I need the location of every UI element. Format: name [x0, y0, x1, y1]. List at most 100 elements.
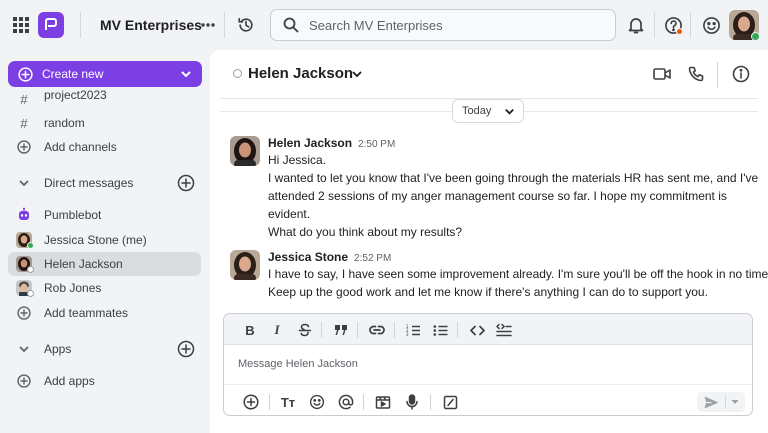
help-icon[interactable]: [662, 14, 684, 36]
message-time: 2:52 PM: [354, 253, 392, 264]
link-icon[interactable]: [368, 321, 386, 339]
message-text: Keep up the good work and let me know if…: [268, 285, 708, 299]
divider: [690, 12, 691, 38]
add-teammates-label: Add teammates: [44, 306, 129, 320]
plus-circle-icon: [16, 373, 32, 389]
pumble-logo-icon[interactable]: [38, 12, 64, 38]
add-app-icon[interactable]: [177, 340, 195, 358]
dm-item-jessica-stone[interactable]: Jessica Stone (me): [8, 228, 201, 252]
date-divider-button[interactable]: Today: [452, 99, 524, 123]
dm-item-pumblebot[interactable]: Pumblebot: [8, 203, 201, 227]
offline-status-dot: [27, 290, 34, 297]
dm-name: Pumblebot: [44, 208, 102, 222]
message-text: I wanted to let you know that I've been …: [268, 171, 759, 185]
create-new-button[interactable]: Create new: [8, 61, 202, 87]
emoji-icon[interactable]: [308, 393, 326, 411]
sidebar-item-channel[interactable]: # project2023: [8, 88, 201, 110]
plus-circle-icon: [16, 305, 32, 321]
message-header: Helen Jackson 2:50 PM: [268, 136, 395, 150]
divider: [357, 322, 358, 338]
divider: [80, 12, 81, 38]
plus-circle-icon: [16, 139, 32, 155]
plus-circle-icon[interactable]: [242, 393, 260, 411]
text-size-icon[interactable]: Tт: [279, 393, 297, 411]
video-call-icon[interactable]: [651, 63, 673, 85]
search-input[interactable]: [309, 17, 589, 33]
send-icon[interactable]: [697, 392, 725, 412]
chevron-down-icon[interactable]: [726, 392, 744, 412]
code-icon[interactable]: [468, 321, 486, 339]
divider: [363, 394, 364, 410]
message-author[interactable]: Jessica Stone: [268, 250, 348, 264]
conversation-pane: Helen Jackson Today Helen Jackson 2:50 PM…: [210, 50, 768, 433]
message-text: attended 2 sessions of my anger manageme…: [268, 189, 727, 203]
sidebar-item-channel[interactable]: # random: [8, 111, 201, 135]
message-input[interactable]: [238, 358, 718, 370]
info-icon[interactable]: [730, 63, 752, 85]
online-status-dot: [27, 242, 34, 249]
formatting-toolbar: B I 123: [224, 314, 752, 345]
more-icon[interactable]: [198, 15, 218, 35]
divider: [457, 322, 458, 338]
numbered-list-icon[interactable]: 123: [404, 321, 422, 339]
message-header: Jessica Stone 2:52 PM: [268, 250, 391, 264]
phone-icon[interactable]: [685, 63, 707, 85]
add-apps-button[interactable]: Add apps: [8, 369, 201, 393]
app-grid-icon[interactable]: [10, 14, 32, 36]
add-apps-label: Add apps: [44, 374, 95, 388]
add-channels-button[interactable]: Add channels: [8, 135, 201, 159]
divider: [717, 62, 718, 88]
smiley-icon[interactable]: [700, 14, 722, 36]
history-icon[interactable]: [235, 14, 257, 36]
italic-icon[interactable]: I: [268, 321, 286, 339]
chevron-down-icon: [180, 68, 192, 80]
code-block-icon[interactable]: [495, 321, 513, 339]
chevron-down-icon: [504, 106, 515, 117]
message-text: Hi Jessica.: [268, 153, 327, 167]
date-divider-label: Today: [462, 105, 492, 117]
apps-section-toggle[interactable]: Apps: [8, 337, 201, 361]
direct-messages-label: Direct messages: [44, 176, 134, 190]
hash-icon: #: [20, 91, 28, 107]
bell-icon[interactable]: [625, 14, 647, 36]
search-bar[interactable]: [270, 9, 616, 41]
create-new-label: Create new: [42, 67, 104, 81]
composer-actions: Tт: [224, 384, 752, 415]
chevron-down-icon: [16, 175, 32, 191]
strikethrough-icon[interactable]: [296, 321, 314, 339]
slash-command-icon[interactable]: [441, 393, 459, 411]
bold-icon[interactable]: B: [241, 321, 259, 339]
message-text: evident.: [268, 207, 311, 221]
direct-messages-section-toggle[interactable]: Direct messages: [8, 171, 201, 195]
dm-name: Rob Jones: [44, 281, 102, 295]
apps-label: Apps: [44, 342, 72, 356]
channel-name: project2023: [44, 88, 107, 102]
chevron-down-icon: [16, 341, 32, 357]
add-teammates-button[interactable]: Add teammates: [8, 301, 201, 325]
avatar[interactable]: [230, 136, 260, 166]
divider: [224, 12, 225, 38]
chevron-down-icon[interactable]: [351, 68, 363, 80]
bullet-list-icon[interactable]: [431, 321, 449, 339]
dm-item-rob-jones[interactable]: Rob Jones: [8, 276, 201, 300]
message-composer: B I 123 Message Helen Jackson Tт: [223, 313, 753, 416]
avatar[interactable]: [230, 250, 260, 280]
message-author[interactable]: Helen Jackson: [268, 136, 352, 150]
channel-name: random: [44, 116, 85, 130]
conversation-title[interactable]: Helen Jackson: [248, 65, 353, 82]
workspace-name[interactable]: MV Enterprises: [100, 16, 202, 34]
add-direct-message-icon[interactable]: [177, 174, 195, 192]
notification-dot: [676, 28, 683, 35]
mention-icon[interactable]: [337, 393, 355, 411]
quote-icon[interactable]: [332, 321, 350, 339]
video-clip-icon[interactable]: [374, 393, 392, 411]
search-icon: [283, 17, 299, 33]
divider: [394, 322, 395, 338]
hash-icon: #: [20, 115, 28, 131]
bot-icon: [16, 207, 32, 223]
sidebar: Create new # project2023 # random Add ch…: [0, 50, 210, 433]
dm-name: Jessica Stone (me): [44, 233, 147, 247]
message-text: I have to say, I have seen some improvem…: [268, 267, 768, 281]
microphone-icon[interactable]: [403, 393, 421, 411]
dm-item-helen-jackson[interactable]: Helen Jackson: [8, 252, 201, 276]
